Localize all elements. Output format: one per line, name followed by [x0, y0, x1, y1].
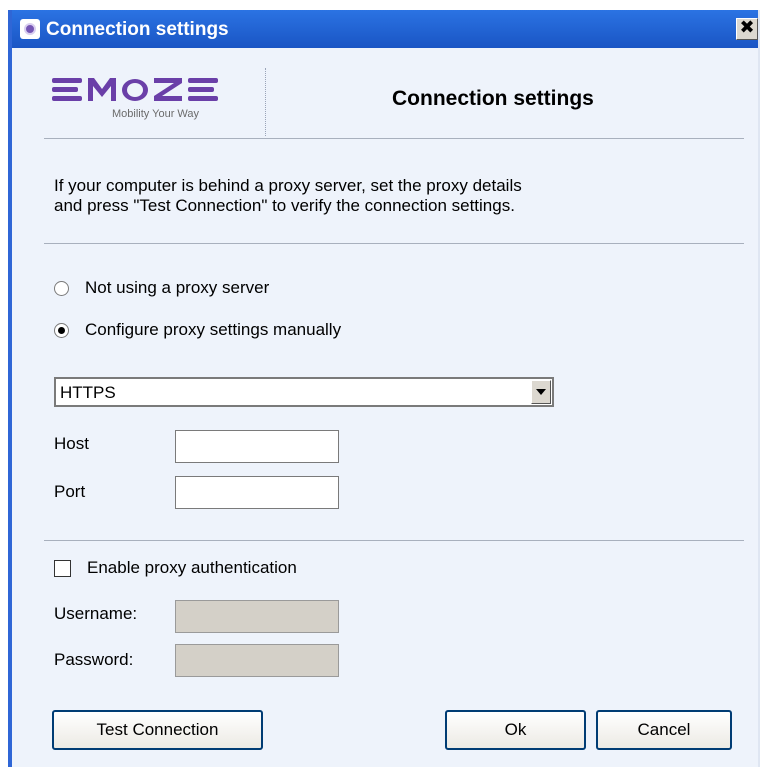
radio-button[interactable]	[54, 280, 69, 296]
radio-manual-proxy[interactable]: Configure proxy settings manually	[54, 320, 341, 340]
enable-auth-label: Enable proxy authentication	[87, 558, 297, 577]
radio-manual-proxy-label: Configure proxy settings manually	[85, 320, 342, 339]
connection-settings-dialog: Connection settings ✖ Mobility Your Way …	[8, 10, 760, 767]
username-label: Username:	[54, 604, 138, 623]
protocol-select[interactable]: HTTPS	[54, 377, 554, 407]
window-title: Connection settings	[46, 19, 229, 40]
description: If your computer is behind a proxy serve…	[54, 176, 694, 216]
logo-tagline: Mobility Your Way	[112, 108, 200, 120]
divider	[44, 243, 744, 244]
cancel-button[interactable]: Cancel	[596, 710, 732, 750]
password-input[interactable]	[175, 644, 339, 677]
radio-no-proxy-label: Not using a proxy server	[85, 278, 270, 297]
username-input[interactable]	[175, 600, 339, 633]
host-input[interactable]	[175, 430, 339, 463]
chevron-down-icon	[536, 389, 546, 395]
divider	[44, 138, 744, 139]
app-icon	[20, 19, 40, 39]
description-line-2: and press "Test Connection" to verify th…	[54, 196, 515, 215]
divider	[44, 540, 744, 541]
radio-no-proxy[interactable]: Not using a proxy server	[54, 278, 269, 298]
title-bar[interactable]: Connection settings ✖	[12, 10, 758, 48]
radio-button-selected[interactable]	[54, 322, 69, 338]
emoze-logo: Mobility Your Way	[52, 74, 242, 124]
close-icon: ✖	[739, 17, 755, 38]
close-button[interactable]: ✖	[736, 18, 758, 40]
emoze-logo-mark	[52, 78, 218, 101]
port-label: Port	[54, 482, 86, 501]
enable-auth-checkbox[interactable]	[54, 559, 71, 577]
header-divider	[265, 68, 266, 136]
test-connection-button[interactable]: Test Connection	[52, 710, 263, 750]
protocol-select-value: HTTPS	[60, 383, 116, 402]
description-line-1: If your computer is behind a proxy serve…	[54, 176, 522, 195]
ok-button[interactable]: Ok	[445, 710, 586, 750]
host-label: Host	[54, 434, 89, 453]
header-title: Connection settings	[392, 87, 594, 110]
enable-auth-checkbox-row[interactable]: Enable proxy authentication	[54, 558, 297, 578]
dropdown-button[interactable]	[531, 380, 551, 404]
port-input[interactable]	[175, 476, 339, 509]
password-label: Password:	[54, 650, 134, 669]
